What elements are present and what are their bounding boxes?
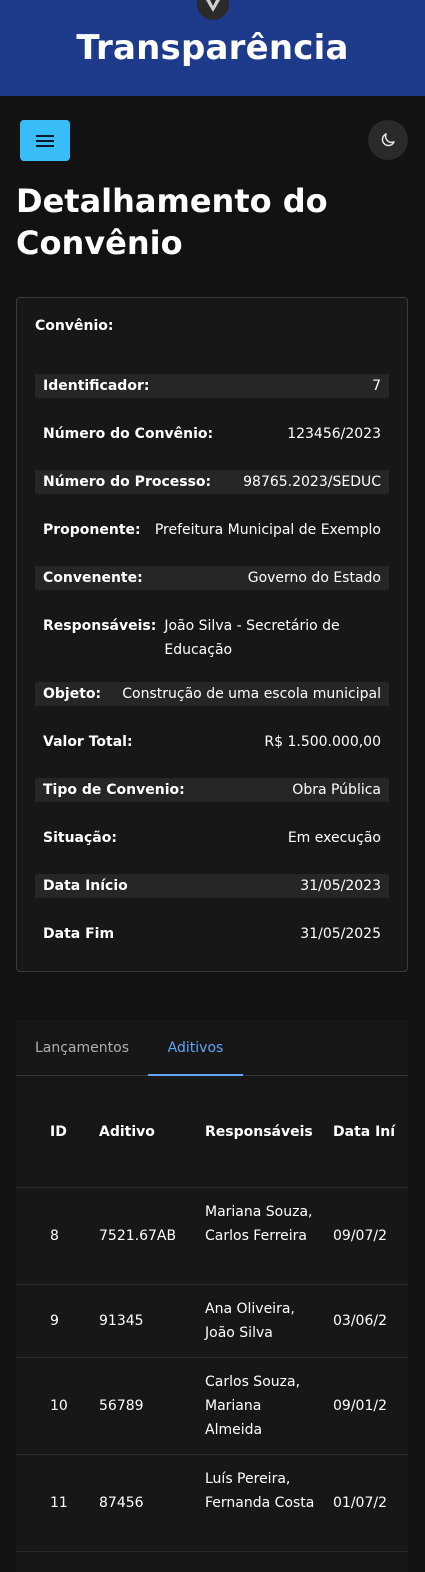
site-title: Transparência: [76, 28, 349, 68]
cell-id: 8: [50, 1228, 59, 1244]
cell-id: 11: [50, 1495, 68, 1511]
field-label: Valor Total:: [43, 734, 133, 750]
field-value: Em execução: [287, 830, 381, 846]
tabs-card: Lançamentos Aditivos ID Aditivo Responsá…: [16, 1020, 408, 1572]
tab-lancamentos[interactable]: Lançamentos: [16, 1020, 148, 1076]
field-value: 31/05/2025: [300, 926, 381, 942]
field-value: R$ 1.500.000,00: [264, 734, 381, 750]
logo-icon[interactable]: [197, 0, 229, 20]
field-value: Obra Pública: [292, 782, 381, 798]
field-value: 7: [372, 378, 381, 394]
field-situacao: Situação: Em execução: [35, 826, 389, 850]
cell-data-inicio: 09/01/2: [333, 1398, 387, 1414]
field-label: Responsáveis:: [43, 618, 157, 634]
field-responsaveis: Responsáveis: João Silva - Secretário de…: [35, 614, 389, 662]
cell-aditivo: 7521.67AB: [99, 1228, 177, 1244]
cell-aditivo: 87456: [99, 1495, 144, 1511]
tabs-bar: Lançamentos Aditivos: [16, 1020, 408, 1076]
cell-aditivo: 91345: [99, 1313, 144, 1329]
field-value: Governo do Estado: [247, 570, 381, 586]
field-label: Data Início: [43, 878, 128, 894]
field-proponente: Proponente: Prefeitura Municipal de Exem…: [35, 518, 389, 542]
menu-button[interactable]: [20, 120, 70, 161]
cell-responsaveis: Ana Oliveira, João Silva: [205, 1301, 295, 1341]
moon-icon: [381, 133, 395, 147]
cell-id: 10: [50, 1398, 68, 1414]
field-value: Prefeitura Municipal de Exemplo: [154, 522, 381, 538]
field-label: Tipo de Convenio:: [43, 782, 185, 798]
table-row[interactable]: 9 91345 Ana Oliveira, João Silva 03/06/2: [16, 1285, 408, 1358]
column-header-responsaveis[interactable]: Responsáveis: [205, 1124, 313, 1140]
tab-aditivos[interactable]: Aditivos: [148, 1020, 243, 1076]
table-row[interactable]: 11 87456 Luís Pereira, Fernanda Costa 01…: [16, 1455, 408, 1552]
field-label: Número do Processo:: [43, 474, 212, 490]
cell-responsaveis: Mariana Souza, Carlos Ferreira: [205, 1204, 313, 1244]
field-data-fim: Data Fim 31/05/2025: [35, 922, 389, 946]
theme-toggle-button[interactable]: [368, 120, 408, 160]
table-row[interactable]: 8 7521.67AB Mariana Souza, Carlos Ferrei…: [16, 1188, 408, 1285]
field-label: Data Fim: [43, 926, 115, 942]
cell-data-inicio: 09/07/2: [333, 1228, 387, 1244]
cell-id: 9: [50, 1313, 59, 1329]
convenio-heading: Convênio:: [35, 318, 114, 334]
field-identificador: Identificador: 7: [35, 374, 389, 398]
column-header-id[interactable]: ID: [50, 1124, 67, 1140]
field-value: 123456/2023: [287, 426, 381, 442]
field-value: 31/05/2023: [300, 878, 381, 894]
field-label: Objeto:: [43, 686, 102, 702]
field-tipo-convenio: Tipo de Convenio: Obra Pública: [35, 778, 389, 802]
field-label: Situação:: [43, 830, 117, 846]
field-objeto: Objeto: Construção de uma escola municip…: [35, 682, 389, 706]
convenio-card: Convênio: Identificador: 7 Número do Con…: [16, 297, 408, 972]
field-numero-convenio: Número do Convênio: 123456/2023: [35, 422, 389, 446]
cell-data-inicio: 01/07/2: [333, 1495, 387, 1511]
cell-responsaveis: Luís Pereira, Fernanda Costa: [205, 1471, 315, 1511]
cell-aditivo: 56789: [99, 1398, 144, 1414]
field-value: João Silva - Secretário de Educação: [164, 618, 340, 658]
cell-responsaveis: Carlos Souza, Mariana Almeida: [205, 1374, 301, 1438]
column-header-data-inicio[interactable]: Data Iní: [333, 1124, 395, 1140]
field-numero-processo: Número do Processo: 98765.2023/SEDUC: [35, 470, 389, 494]
field-data-inicio: Data Início 31/05/2023: [35, 874, 389, 898]
field-label: Convenente:: [43, 570, 143, 586]
page-title: Detalhamento do Convênio: [16, 182, 328, 262]
cell-data-inicio: 03/06/2: [333, 1313, 387, 1329]
field-label: Identificador:: [43, 378, 150, 394]
field-label: Proponente:: [43, 522, 141, 538]
field-value: 98765.2023/SEDUC: [243, 474, 381, 490]
top-banner: Transparência: [0, 0, 425, 96]
hamburger-menu-icon: [36, 134, 54, 147]
field-label: Número do Convênio:: [43, 426, 214, 442]
table-row[interactable]: 10 56789 Carlos Souza, Mariana Almeida 0…: [16, 1358, 408, 1455]
table-header: ID Aditivo Responsáveis Data Iní: [16, 1076, 408, 1188]
field-value: Construção de uma escola municipal: [122, 686, 381, 702]
field-convenente: Convenente: Governo do Estado: [35, 566, 389, 590]
column-header-aditivo[interactable]: Aditivo: [99, 1124, 155, 1140]
field-valor-total: Valor Total: R$ 1.500.000,00: [35, 730, 389, 754]
